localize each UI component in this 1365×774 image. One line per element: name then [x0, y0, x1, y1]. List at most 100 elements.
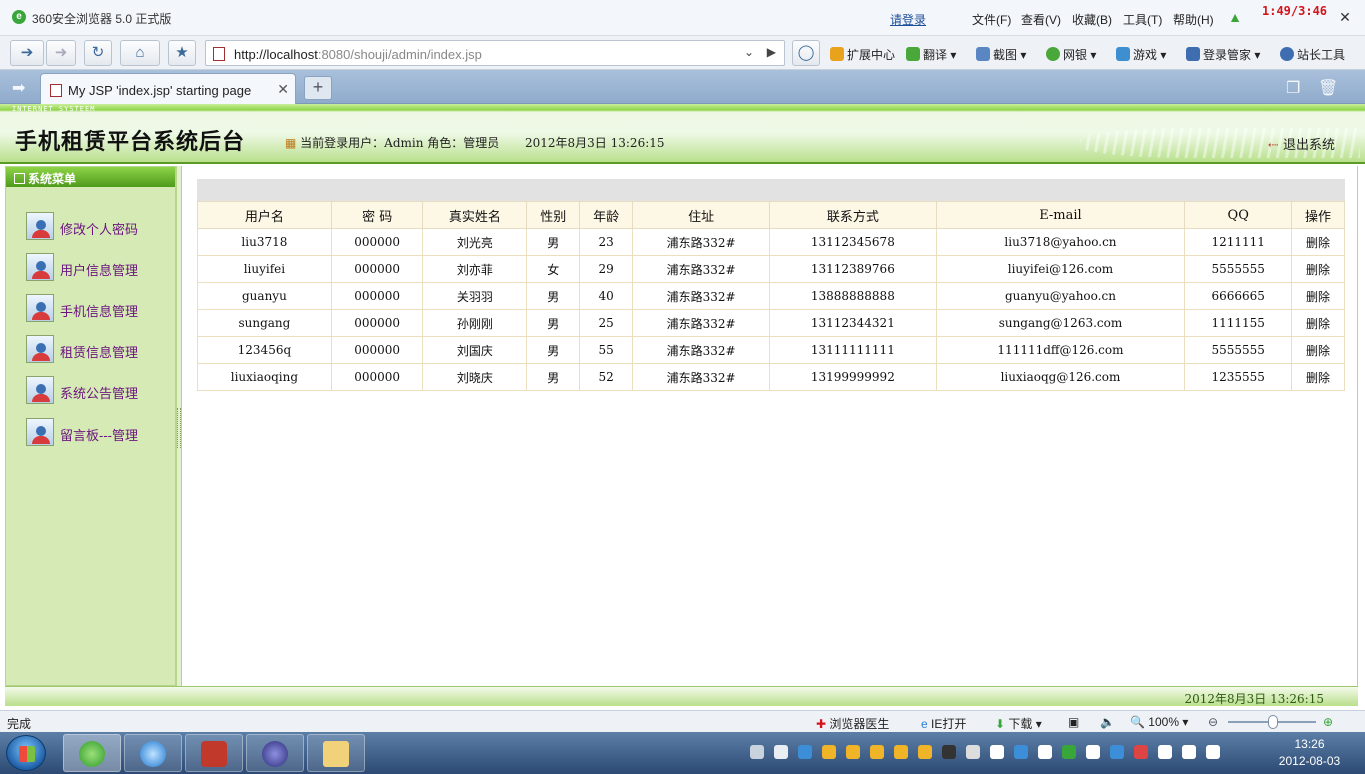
trash-icon[interactable]: 🗑 — [1318, 78, 1338, 98]
sidebar-item-message-board[interactable]: 留言板---管理 — [26, 418, 176, 448]
table-cell: 刘亦菲 — [422, 255, 528, 283]
home-icon[interactable]: ⌂ — [120, 40, 160, 66]
tray-icon[interactable] — [1206, 745, 1220, 759]
delete-link[interactable]: 删除 — [1291, 363, 1345, 391]
tray-icon[interactable] — [774, 745, 788, 759]
delete-link[interactable]: 删除 — [1291, 228, 1345, 256]
zoom-slider-knob[interactable] — [1268, 715, 1278, 729]
logout-link[interactable]: ⇠ 退出系统 — [1268, 134, 1335, 153]
delete-link[interactable]: 删除 — [1291, 255, 1345, 283]
user-profile-icon — [26, 418, 54, 446]
browser-doctor-button[interactable]: ✚ 浏览器医生 — [816, 715, 889, 732]
menu-tools[interactable]: 工具(T) — [1123, 11, 1162, 28]
shield-icon[interactable]: ◯ — [792, 40, 820, 66]
back-button[interactable]: ➔ — [10, 40, 44, 66]
sidebar-item-label: 手机信息管理 — [60, 304, 139, 319]
delete-link[interactable]: 删除 — [1291, 282, 1345, 310]
tool-login-manager[interactable]: 登录管家 ▾ — [1186, 46, 1260, 63]
tray-icon[interactable] — [1110, 745, 1124, 759]
taskbar-ie[interactable] — [124, 734, 182, 772]
refresh-icon[interactable]: ↻ — [84, 40, 112, 66]
table-cell: liuxiaoqg@126.com — [935, 363, 1186, 391]
table-cell: 1211111 — [1184, 228, 1293, 256]
login-link[interactable]: 请登录 — [890, 11, 926, 28]
url-text[interactable]: http://localhost:8080/shouji/admin/index… — [234, 47, 482, 62]
tool-webmaster[interactable]: 站长工具 — [1280, 46, 1345, 63]
start-button[interactable] — [6, 735, 46, 771]
zoom-in-icon[interactable]: ⊕ — [1323, 715, 1333, 729]
taskbar-360-browser[interactable] — [63, 734, 121, 772]
taskbar-toolbox[interactable] — [185, 734, 243, 772]
tray-icon[interactable] — [1182, 745, 1196, 759]
tray-icon[interactable] — [1038, 745, 1052, 759]
key-icon — [1186, 47, 1200, 61]
tray-icon[interactable] — [1014, 745, 1028, 759]
tab-index-jsp[interactable]: My JSP 'index.jsp' starting page ✕ — [40, 73, 296, 104]
table-cell: liuxiaoqing — [197, 363, 332, 391]
ie-open-button[interactable]: e IE打开 — [921, 715, 966, 732]
splitter-grip[interactable] — [177, 408, 181, 448]
tool-ebank-label: 网银 — [1063, 48, 1088, 62]
chevron-down-icon[interactable]: ⌄ — [744, 45, 754, 59]
column-header: E-mail — [935, 201, 1186, 229]
tool-games[interactable]: 游戏 ▾ — [1116, 46, 1166, 63]
tray-icon[interactable] — [798, 745, 812, 759]
menu-file[interactable]: 文件(F) — [972, 11, 1011, 28]
tray-icon[interactable] — [846, 745, 860, 759]
tray-icon[interactable] — [1158, 745, 1172, 759]
frame-splitter[interactable] — [176, 166, 182, 686]
speaker-icon[interactable]: 🔈 — [1100, 715, 1115, 729]
zoom-control[interactable]: 🔍 100% ▾ — [1130, 715, 1188, 729]
tray-icon[interactable] — [1134, 745, 1148, 759]
sidebar-item-notice-management[interactable]: 系统公告管理 — [26, 376, 176, 406]
tray-clock[interactable]: 13:26 2012-08-03 — [1262, 736, 1357, 770]
tab-bar: ➡ My JSP 'index.jsp' starting page ✕ + ❐… — [0, 70, 1365, 104]
skin-icon[interactable]: ▲ — [1226, 8, 1244, 26]
download-icon: ⬇ — [995, 717, 1006, 731]
sidebar-item-phone-management[interactable]: 手机信息管理 — [26, 294, 176, 324]
tray-icon[interactable] — [894, 745, 908, 759]
go-arrow-icon[interactable]: ▶ — [767, 45, 776, 59]
menu-view[interactable]: 查看(V) — [1021, 11, 1061, 28]
delete-link[interactable]: 删除 — [1291, 309, 1345, 337]
main-content: 用户名 密 码 真实姓名 性别 年龄 住址 联系方式 E-mail QQ 操作 … — [183, 166, 1358, 686]
tool-extensions[interactable]: 扩展中心 — [830, 46, 895, 63]
tray-icon[interactable] — [942, 745, 956, 759]
tray-icon[interactable] — [750, 745, 764, 759]
browser-title-bar: e 360安全浏览器 5.0 正式版 请登录 文件(F) 查看(V) 收藏(B)… — [0, 0, 1365, 36]
current-user-text: 当前登录用户：Admin 角色：管理员 — [300, 136, 500, 150]
tray-icon[interactable] — [1086, 745, 1100, 759]
tab-close-icon[interactable]: ✕ — [277, 81, 289, 98]
tray-icon[interactable] — [990, 745, 1004, 759]
sidebar-title: 系统菜单 — [6, 167, 175, 187]
menu-favorites[interactable]: 收藏(B) — [1072, 11, 1112, 28]
tray-icon[interactable] — [966, 745, 980, 759]
table-cell: 浦东路332# — [632, 255, 771, 283]
favorite-star-icon[interactable]: ★ — [168, 40, 196, 66]
delete-link[interactable]: 删除 — [1291, 336, 1345, 364]
address-bar[interactable]: http://localhost:8080/shouji/admin/index… — [205, 40, 785, 66]
taskbar-explorer[interactable] — [307, 734, 365, 772]
sidebar-item-user-management[interactable]: 用户信息管理 — [26, 253, 176, 283]
sidebar-item-change-password[interactable]: 修改个人密码 — [26, 212, 176, 242]
tray-icon[interactable] — [1062, 745, 1076, 759]
tool-screenshot[interactable]: 截图 ▾ — [976, 46, 1026, 63]
tray-icon[interactable] — [918, 745, 932, 759]
taskbar-eclipse[interactable] — [246, 734, 304, 772]
restore-tabs-icon[interactable]: ❐ — [1286, 78, 1300, 98]
tool-translate[interactable]: 翻译 ▾ — [906, 46, 956, 63]
close-window-icon[interactable]: ✕ — [1336, 8, 1354, 26]
tray-icon[interactable] — [870, 745, 884, 759]
tray-icon[interactable] — [822, 745, 836, 759]
window-icon[interactable]: ▣ — [1068, 715, 1079, 729]
zoom-out-icon[interactable]: ⊖ — [1208, 715, 1218, 729]
sidebar-item-rental-management[interactable]: 租赁信息管理 — [26, 335, 176, 365]
download-button[interactable]: ⬇ 下载 ▾ — [995, 715, 1042, 732]
table-cell: 刘晓庆 — [422, 363, 528, 391]
new-tab-button[interactable]: + — [304, 76, 332, 100]
zoom-slider[interactable] — [1228, 715, 1316, 729]
tool-ebank[interactable]: 网银 ▾ — [1046, 46, 1096, 63]
menu-help[interactable]: 帮助(H) — [1173, 11, 1214, 28]
sidebar-toggle-icon[interactable]: ➡ — [12, 78, 25, 98]
forward-button[interactable]: ➜ — [46, 40, 76, 66]
